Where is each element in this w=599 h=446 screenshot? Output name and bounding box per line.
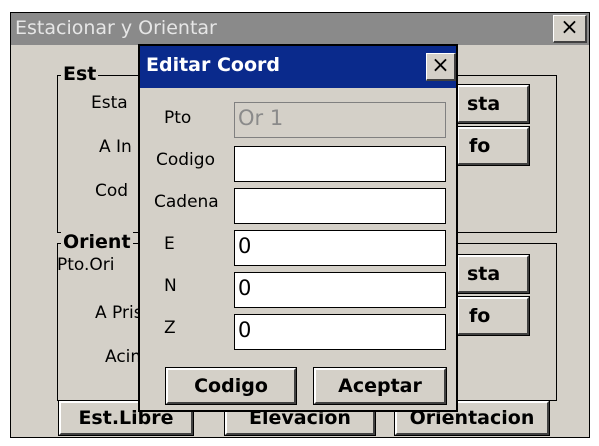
editar-coord-dialog: Editar Coord × Pto Or 1 Codigo Cadena E … bbox=[138, 44, 458, 412]
est-label-codigo: Cod bbox=[95, 181, 129, 201]
orient-label-altura-prisma: A Pris bbox=[95, 303, 143, 323]
field-label-pto: Pto bbox=[164, 108, 192, 128]
codigo-field[interactable] bbox=[234, 146, 446, 182]
orient-info-button[interactable]: fo bbox=[457, 297, 529, 335]
window-titlebar: Estacionar y Orientar × bbox=[11, 13, 589, 45]
field-label-n: N bbox=[164, 276, 177, 296]
codigo-button[interactable]: Codigo bbox=[166, 368, 296, 404]
orient-lista-button[interactable]: sta bbox=[457, 255, 529, 293]
orient-label-pto-ori: Pto.Ori bbox=[57, 255, 115, 275]
window-title: Estacionar y Orientar bbox=[15, 17, 217, 39]
est-lista-button[interactable]: sta bbox=[457, 85, 529, 123]
dialog-title: Editar Coord bbox=[146, 54, 281, 76]
z-field[interactable]: 0 bbox=[234, 314, 446, 350]
group-est-label: Est bbox=[61, 63, 99, 85]
field-label-e: E bbox=[164, 234, 175, 254]
dialog-close-button[interactable]: × bbox=[426, 53, 456, 81]
field-label-z: Z bbox=[164, 318, 176, 338]
n-field[interactable]: 0 bbox=[234, 272, 446, 308]
est-label-estacion: Esta bbox=[91, 93, 128, 113]
pto-field: Or 1 bbox=[234, 102, 446, 138]
cadena-field[interactable] bbox=[234, 188, 446, 224]
est-info-button[interactable]: fo bbox=[457, 127, 529, 165]
window-close-button[interactable]: × bbox=[553, 15, 587, 43]
group-orient-label: Orient bbox=[61, 231, 133, 253]
field-label-cadena: Cadena bbox=[154, 192, 219, 212]
e-field[interactable]: 0 bbox=[234, 230, 446, 266]
field-label-codigo: Codigo bbox=[156, 150, 215, 170]
dialog-titlebar: Editar Coord × bbox=[140, 46, 456, 88]
est-label-altura-instrumento: A In bbox=[99, 137, 132, 157]
aceptar-button[interactable]: Aceptar bbox=[314, 368, 446, 404]
